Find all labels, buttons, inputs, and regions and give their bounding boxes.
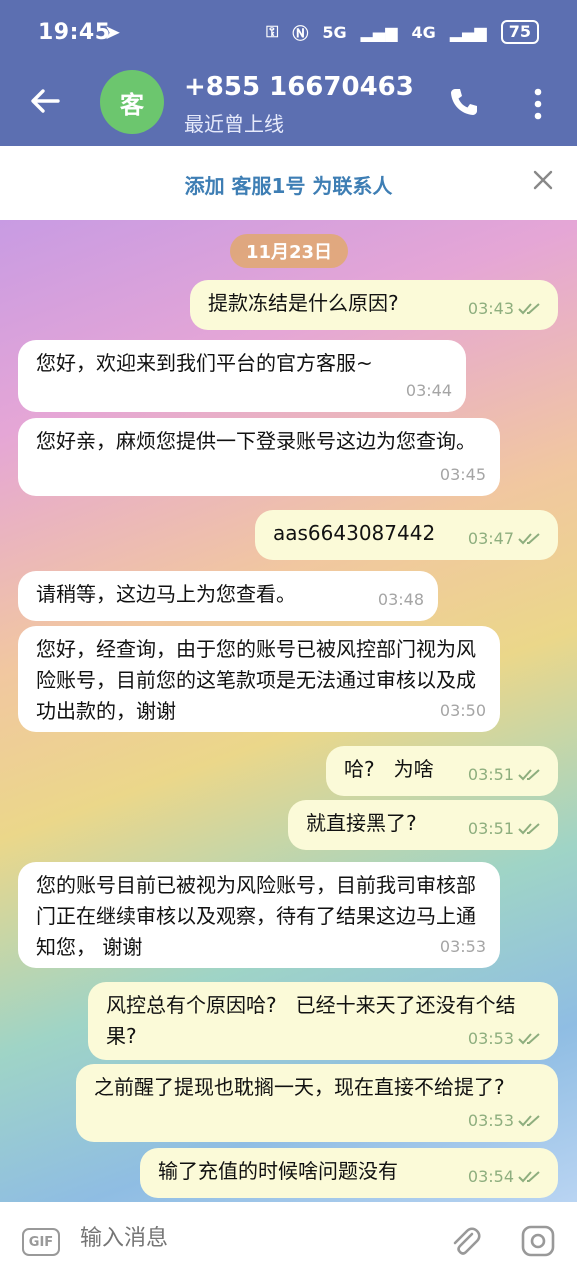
message-text: 就直接黑了? bbox=[306, 811, 417, 835]
message-time: 03:51 bbox=[467, 819, 514, 838]
contact-status: 最近曾上线 bbox=[184, 112, 284, 136]
message-time: 03:44 bbox=[405, 381, 452, 400]
message-bubble-outgoing[interactable]: 提款冻结是什么原因? 03:43 bbox=[190, 280, 558, 330]
add-contact-link[interactable]: 添加 客服1号 为联系人 bbox=[0, 170, 577, 199]
more-vertical-icon[interactable] bbox=[528, 84, 548, 124]
message-time: 03:53 bbox=[439, 937, 486, 956]
chat-area[interactable]: 11月23日 提款冻结是什么原因? 03:43 您好，欢迎来到我们平台的官方客服… bbox=[0, 220, 577, 1202]
message-time: 03:50 bbox=[439, 701, 486, 720]
message-time: 03:43 bbox=[467, 299, 514, 318]
message-text: 风控总有个原因哈? 已经十来天了还没有个结果? bbox=[106, 993, 516, 1048]
gif-icon[interactable]: GIF bbox=[22, 1228, 60, 1256]
double-check-icon bbox=[518, 1170, 540, 1182]
signal-icon: ▂▄▆ bbox=[449, 22, 487, 42]
double-check-icon bbox=[518, 1032, 540, 1044]
signal-icon: ▂▄▆ bbox=[360, 22, 398, 42]
message-text: 您好亲，麻烦您提供一下登录账号这边为您查询。 bbox=[36, 429, 476, 453]
message-bubble-incoming[interactable]: 您好，欢迎来到我们平台的官方客服~ 03:44 bbox=[18, 340, 466, 412]
message-text: 提款冻结是什么原因? bbox=[208, 291, 399, 315]
message-text: 您的账号目前已被视为风险账号，目前我司审核部门正在继续审核以及观察，待有了结果这… bbox=[36, 873, 476, 959]
message-bubble-outgoing[interactable]: 就直接黑了? 03:51 bbox=[288, 800, 558, 850]
battery-indicator: 75 bbox=[500, 20, 539, 44]
message-time: 03:45 bbox=[439, 465, 486, 484]
double-check-icon bbox=[518, 822, 540, 834]
nfc-icon: Ⓝ bbox=[292, 24, 309, 43]
message-text: 哈? 为啥 bbox=[344, 757, 434, 781]
message-bubble-incoming[interactable]: 您好亲，麻烦您提供一下登录账号这边为您查询。 03:45 bbox=[18, 418, 500, 496]
status-time: 19:45 bbox=[38, 20, 111, 45]
close-icon[interactable] bbox=[531, 168, 555, 192]
key-icon: ⚿ bbox=[266, 22, 279, 41]
contact-title[interactable]: +855 16670463 bbox=[184, 72, 414, 102]
paperclip-icon[interactable] bbox=[448, 1224, 482, 1258]
message-time: 03:47 bbox=[467, 529, 514, 548]
message-text: 输了充值的时候啥问题没有 bbox=[158, 1159, 398, 1183]
message-time: 03:53 bbox=[467, 1029, 514, 1048]
double-check-icon bbox=[518, 532, 540, 544]
message-time: 03:54 bbox=[467, 1167, 514, 1186]
message-text: 您好，欢迎来到我们平台的官方客服~ bbox=[36, 351, 373, 375]
phone-call-icon[interactable] bbox=[448, 86, 480, 118]
message-bubble-incoming[interactable]: 请稍等，这边马上为您查看。 03:48 bbox=[18, 571, 438, 621]
message-bubble-incoming[interactable]: 您的账号目前已被视为风险账号，目前我司审核部门正在继续审核以及观察，待有了结果这… bbox=[18, 862, 500, 968]
message-text: 您好，经查询，由于您的账号已被风控部门视为风险账号，目前您的这笔款项是无法通过审… bbox=[36, 637, 476, 723]
message-input-bar: GIF bbox=[0, 1202, 577, 1280]
message-bubble-outgoing[interactable]: 之前醒了提现也耽搁一天，现在直接不给提了? 03:53 bbox=[76, 1064, 558, 1142]
message-text: 请稍等，这边马上为您查看。 bbox=[36, 582, 296, 606]
date-badge: 11月23日 bbox=[230, 234, 348, 268]
message-time: 03:51 bbox=[467, 765, 514, 784]
message-input[interactable] bbox=[78, 1224, 370, 1252]
message-bubble-outgoing[interactable]: 哈? 为啥 03:51 bbox=[326, 746, 558, 796]
message-bubble-incoming[interactable]: 您好，经查询，由于您的账号已被风控部门视为风险账号，目前您的这笔款项是无法通过审… bbox=[18, 626, 500, 732]
chat-header: 客 +855 16670463 最近曾上线 bbox=[0, 66, 577, 146]
message-bubble-outgoing[interactable]: 风控总有个原因哈? 已经十来天了还没有个结果? 03:53 bbox=[88, 982, 558, 1060]
network-5g-label: 5G bbox=[322, 22, 347, 42]
message-text: 之前醒了提现也耽搁一天，现在直接不给提了? bbox=[94, 1075, 505, 1099]
avatar[interactable]: 客 bbox=[100, 70, 164, 134]
add-contact-banner: 添加 客服1号 为联系人 bbox=[0, 146, 577, 221]
double-check-icon bbox=[518, 302, 540, 314]
camera-icon[interactable] bbox=[520, 1224, 556, 1258]
status-icons: ⚿ Ⓝ 5G ▂▄▆ 4G ▂▄▆ 75 bbox=[266, 20, 539, 44]
back-arrow-icon[interactable] bbox=[28, 84, 62, 118]
message-time: 03:53 bbox=[467, 1111, 514, 1130]
double-check-icon bbox=[518, 768, 540, 780]
message-text: aas6643087442 bbox=[273, 521, 436, 545]
message-bubble-outgoing[interactable]: 输了充值的时候啥问题没有 03:54 bbox=[140, 1148, 558, 1198]
status-bar: 19:45 ➤ ⚿ Ⓝ 5G ▂▄▆ 4G ▂▄▆ 75 bbox=[0, 0, 577, 66]
telegram-send-icon: ➤ bbox=[104, 20, 121, 44]
message-bubble-outgoing[interactable]: aas6643087442 03:47 bbox=[255, 510, 558, 560]
message-time: 03:48 bbox=[377, 590, 424, 609]
double-check-icon bbox=[518, 1114, 540, 1126]
network-4g-label: 4G bbox=[411, 22, 436, 42]
